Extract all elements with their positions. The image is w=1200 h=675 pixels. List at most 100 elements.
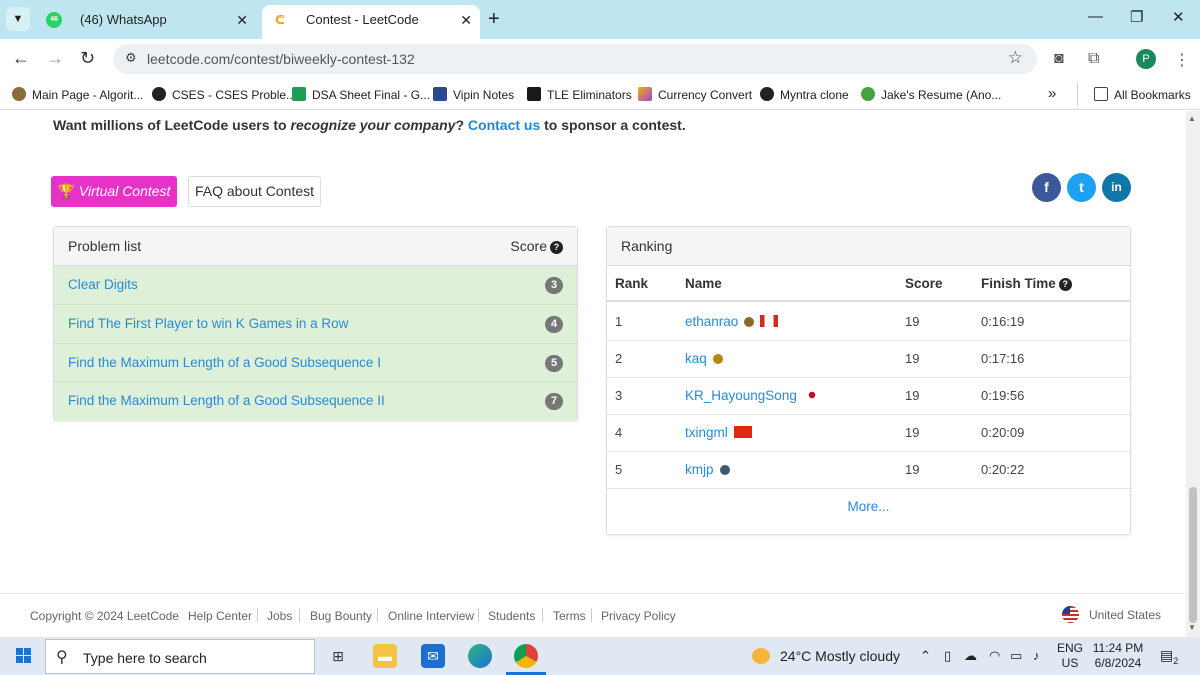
tab-whatsapp[interactable]: 46 (46) WhatsApp ✕ bbox=[36, 5, 256, 39]
camera-icon[interactable]: ◙ bbox=[1054, 50, 1064, 68]
help-icon[interactable]: ? bbox=[550, 241, 563, 254]
user-link[interactable]: KR_HayoungSong bbox=[685, 388, 797, 403]
problem-title[interactable]: Find the Maximum Length of a Good Subseq… bbox=[68, 393, 385, 408]
rank-cell: 4 bbox=[615, 425, 623, 440]
divider bbox=[542, 608, 543, 622]
rank-cell: 2 bbox=[615, 351, 623, 366]
edge-icon[interactable] bbox=[468, 644, 492, 668]
folder-icon bbox=[1094, 87, 1108, 101]
minimize-button[interactable]: — bbox=[1088, 8, 1103, 25]
problem-row[interactable]: Find the Maximum Length of a Good Subseq… bbox=[54, 343, 577, 383]
help-icon[interactable]: ? bbox=[1058, 278, 1072, 291]
tab-search-button[interactable]: ▼ bbox=[6, 7, 30, 31]
faq-button[interactable]: FAQ about Contest bbox=[188, 176, 321, 207]
wifi-icon[interactable]: ◠ bbox=[989, 648, 1000, 664]
tab-leetcode[interactable]: ᕦ Contest - LeetCode ✕ bbox=[262, 5, 480, 39]
virtual-contest-button[interactable]: 🏆 Virtual Contest bbox=[51, 176, 177, 207]
language-indicator[interactable]: ENG US bbox=[1057, 641, 1083, 671]
rank-cell: 1 bbox=[615, 314, 623, 329]
profile-avatar[interactable]: P bbox=[1136, 49, 1156, 69]
finish-time-cell: 0:20:09 bbox=[981, 425, 1025, 440]
footer-link[interactable]: Online Interview bbox=[388, 609, 474, 623]
onedrive-icon[interactable]: ☁ bbox=[964, 648, 977, 664]
bookmark-item[interactable]: TLE Eliminators bbox=[527, 87, 632, 102]
chrome-icon[interactable] bbox=[514, 644, 538, 668]
search-placeholder[interactable]: Type here to search bbox=[83, 650, 207, 666]
user-link[interactable]: kaq bbox=[685, 351, 707, 366]
contact-us-link[interactable]: Contact us bbox=[468, 117, 540, 133]
name-cell: kmjp bbox=[685, 452, 730, 488]
score-badge: 4 bbox=[545, 315, 563, 333]
problem-row[interactable]: Find the Maximum Length of a Good Subseq… bbox=[54, 382, 577, 422]
problem-row[interactable]: Clear Digits 3 bbox=[54, 266, 577, 305]
meet-icon[interactable]: ▯ bbox=[944, 648, 951, 664]
score-badge: 7 bbox=[545, 393, 563, 411]
close-window-button[interactable]: ✕ bbox=[1172, 8, 1185, 26]
divider bbox=[1077, 83, 1078, 105]
chevron-up-icon[interactable]: ⌃ bbox=[920, 648, 931, 664]
table-row: 2 kaq 19 0:17:16 bbox=[607, 341, 1130, 378]
bookmark-item[interactable]: Vipin Notes bbox=[433, 87, 514, 102]
volume-icon[interactable]: ♪ bbox=[1033, 648, 1040, 663]
more-rankings-link[interactable]: More... bbox=[607, 499, 1130, 514]
footer-link[interactable]: Students bbox=[488, 609, 535, 623]
task-view-icon[interactable]: ⊞ bbox=[326, 644, 350, 668]
footer-link[interactable]: Terms bbox=[553, 609, 586, 623]
reload-icon[interactable]: ↻ bbox=[80, 48, 95, 69]
windows-start-icon[interactable] bbox=[16, 648, 32, 664]
region-selector[interactable]: United States bbox=[1089, 608, 1161, 622]
battery-icon[interactable]: ▭ bbox=[1010, 648, 1022, 664]
user-link[interactable]: kmjp bbox=[685, 462, 714, 477]
bookmark-item[interactable]: CSES - CSES Proble... bbox=[152, 87, 296, 102]
footer-link[interactable]: Jobs bbox=[267, 609, 292, 623]
user-link[interactable]: txingml bbox=[685, 425, 728, 440]
footer-link[interactable]: Bug Bounty bbox=[310, 609, 372, 623]
notification-icon[interactable]: ▤2 bbox=[1160, 647, 1180, 666]
user-link[interactable]: ethanrao bbox=[685, 314, 738, 329]
twitter-icon[interactable]: t bbox=[1067, 173, 1096, 202]
name-cell: txingml bbox=[685, 415, 752, 451]
facebook-icon[interactable]: f bbox=[1032, 173, 1061, 202]
close-tab-icon[interactable]: ✕ bbox=[236, 5, 248, 35]
linkedin-icon[interactable]: in bbox=[1102, 173, 1131, 202]
problem-title[interactable]: Find The First Player to win K Games in … bbox=[68, 316, 348, 331]
url-text[interactable]: leetcode.com/contest/biweekly-contest-13… bbox=[147, 51, 415, 67]
ranking-panel: Ranking Rank Name Score Finish Time? 1 e… bbox=[606, 226, 1131, 535]
footer-link[interactable]: Help Center bbox=[188, 609, 252, 623]
clock[interactable]: 11:24 PM 6/8/2024 bbox=[1090, 641, 1146, 671]
restore-button[interactable]: ❐ bbox=[1130, 8, 1143, 26]
extensions-icon[interactable]: ⧉ bbox=[1088, 50, 1099, 68]
mail-icon[interactable]: ✉ bbox=[421, 644, 445, 668]
file-explorer-icon[interactable]: ▬ bbox=[373, 644, 397, 668]
score-cell: 19 bbox=[905, 462, 920, 477]
more-bookmarks-icon[interactable]: » bbox=[1048, 85, 1056, 102]
problem-row[interactable]: Find The First Player to win K Games in … bbox=[54, 304, 577, 344]
scroll-thumb[interactable] bbox=[1189, 487, 1197, 623]
notes-icon bbox=[433, 87, 447, 101]
close-tab-icon[interactable]: ✕ bbox=[460, 5, 472, 35]
forward-icon[interactable]: → bbox=[46, 48, 64, 69]
bookmark-star-icon[interactable]: ☆ bbox=[1008, 48, 1023, 68]
scroll-up-icon[interactable]: ▲ bbox=[1188, 114, 1196, 123]
bookmark-item[interactable]: DSA Sheet Final - G... bbox=[292, 87, 430, 102]
new-tab-button[interactable]: + bbox=[488, 8, 500, 31]
problem-title[interactable]: Clear Digits bbox=[68, 277, 138, 292]
bookmark-item[interactable]: Main Page - Algorit... bbox=[12, 87, 143, 102]
problem-title[interactable]: Find the Maximum Length of a Good Subseq… bbox=[68, 355, 381, 370]
bookmark-item[interactable]: Myntra clone bbox=[760, 87, 849, 102]
taskbar-search[interactable]: ⚲ Type here to search bbox=[45, 639, 315, 674]
table-row: 5 kmjp 19 0:20:22 bbox=[607, 452, 1130, 489]
tab-label: (46) WhatsApp bbox=[80, 12, 167, 27]
page-scrollbar[interactable]: ▲ ▼ bbox=[1186, 111, 1200, 637]
footer-link[interactable]: Privacy Policy bbox=[601, 609, 676, 623]
scroll-down-icon[interactable]: ▼ bbox=[1188, 623, 1196, 632]
address-bar[interactable]: ⚙ leetcode.com/contest/biweekly-contest-… bbox=[113, 44, 1037, 74]
weather-widget[interactable]: 24°C Mostly cloudy bbox=[752, 648, 900, 664]
finish-time-cell: 0:20:22 bbox=[981, 462, 1025, 477]
site-info-icon[interactable]: ⚙ bbox=[125, 50, 137, 66]
bookmark-item[interactable]: Jake's Resume (Ano... bbox=[861, 87, 1001, 102]
back-icon[interactable]: ← bbox=[12, 48, 30, 69]
bookmark-item[interactable]: Currency Convert bbox=[638, 87, 752, 102]
all-bookmarks[interactable]: All Bookmarks bbox=[1094, 87, 1191, 102]
menu-icon[interactable]: ⋮ bbox=[1174, 50, 1190, 70]
